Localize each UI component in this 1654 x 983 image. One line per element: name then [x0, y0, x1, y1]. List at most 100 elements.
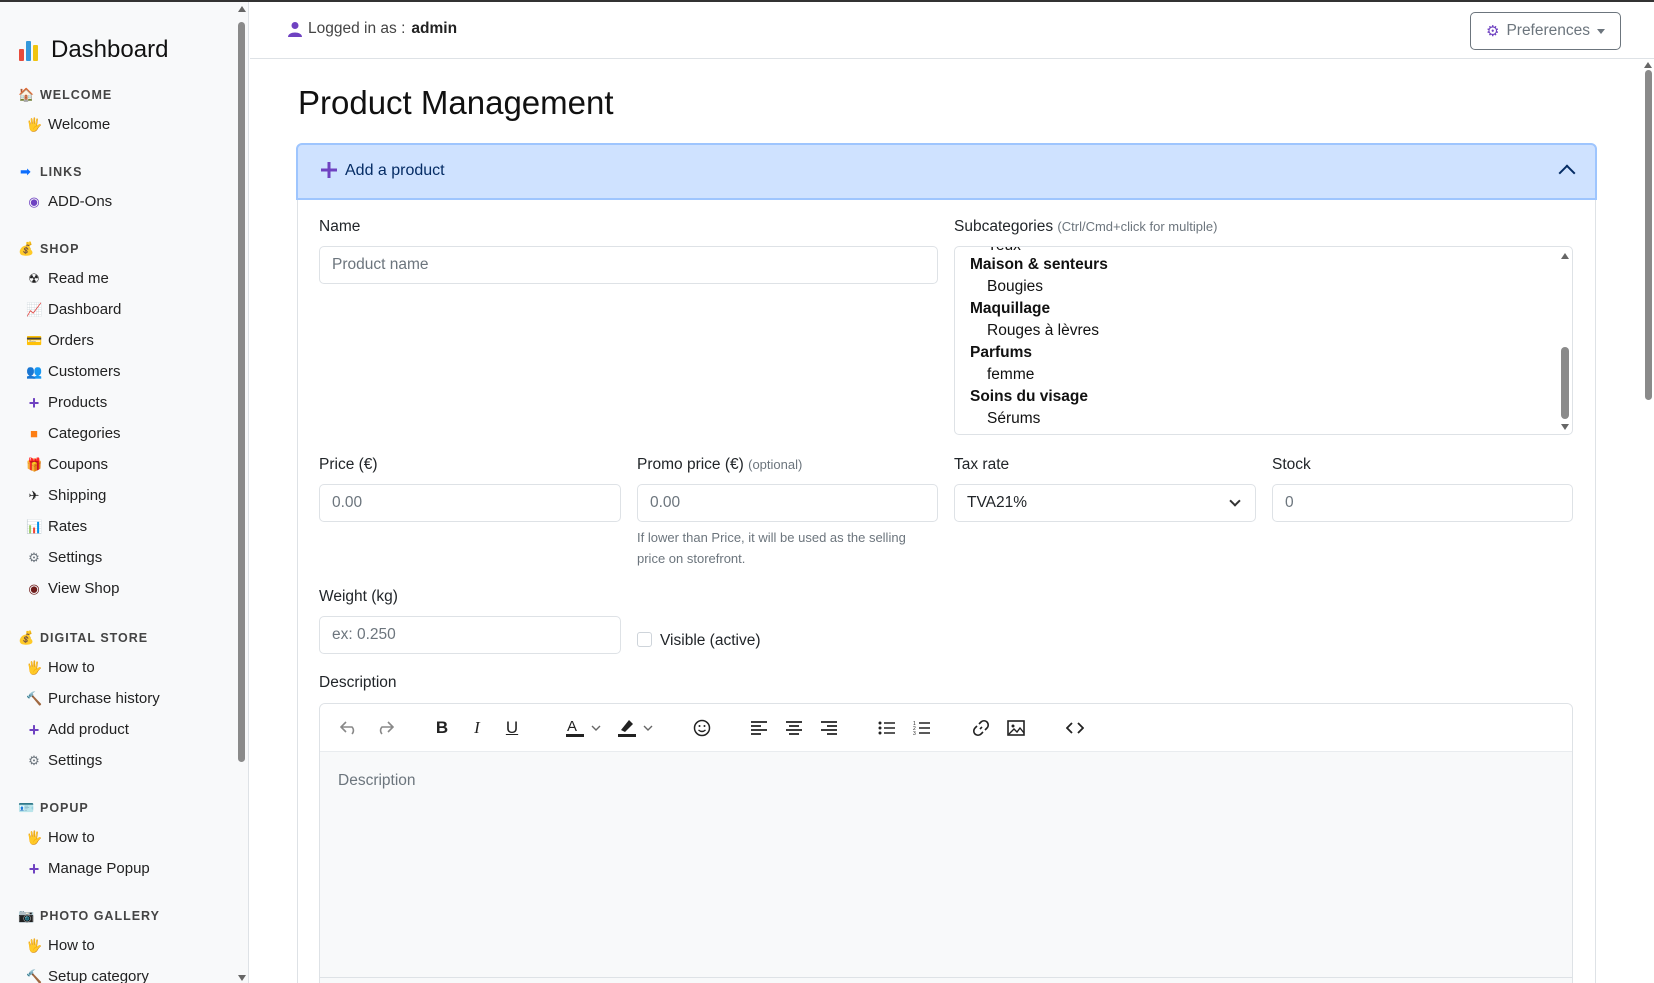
gear-icon: ⚙ [1485, 23, 1500, 40]
description-textarea[interactable]: Description [320, 752, 1572, 983]
weight-input[interactable]: ex: 0.250 [319, 616, 621, 654]
section-links: ➡ LINKS [18, 164, 83, 180]
underline-icon[interactable]: U [500, 716, 524, 740]
promo-help-text: If lower than Price, it will be used as … [637, 530, 906, 566]
puzzle-icon: ◉ [28, 193, 40, 209]
scroll-down-arrow-icon[interactable] [1561, 424, 1569, 430]
redo-icon[interactable] [373, 716, 397, 740]
logged-in-label: Logged in as : [308, 20, 406, 37]
chevron-up-icon[interactable] [1558, 164, 1576, 182]
section-welcome: 🏠 WELCOME [18, 87, 113, 102]
tax-rate-select[interactable]: TVA21% [954, 484, 1256, 522]
sidebar-item-setup-category[interactable]: 🔨 Setup category [26, 968, 149, 983]
sidebar-item-rates[interactable]: 📊 Rates [26, 518, 87, 535]
subcategory-option[interactable]: femme [987, 366, 1034, 384]
bar-chart-icon [19, 39, 41, 61]
promo-price-label: Promo price (€) (optional) [637, 456, 803, 473]
sidebar-item-orders[interactable]: 💳 Orders [26, 332, 94, 349]
numbered-list-icon[interactable]: 123 [910, 716, 934, 740]
sidebar-item-welcome[interactable]: 🖐 Welcome [26, 116, 110, 133]
hammer-icon: 🔨 [26, 690, 43, 706]
code-icon[interactable] [1063, 716, 1087, 740]
chevron-down-icon [1229, 495, 1241, 507]
brand-title: Dashboard [51, 36, 169, 63]
users-icon: 👥 [26, 363, 43, 379]
subcategory-option[interactable]: Bougies [987, 278, 1043, 296]
caret-down-icon [1597, 28, 1606, 34]
subcategory-option[interactable]: Rouges à lèvres [987, 322, 1099, 340]
stock-input[interactable]: 0 [1272, 484, 1573, 522]
emoji-icon[interactable] [690, 716, 714, 740]
hand-icon: 🖐 [26, 659, 43, 675]
scroll-up-arrow-icon[interactable] [1561, 253, 1569, 259]
align-left-icon[interactable] [747, 716, 771, 740]
listbox-scrollbar[interactable] [1558, 247, 1572, 434]
add-product-accordion-header[interactable]: Add a product [296, 143, 1597, 200]
subcategories-listbox[interactable]: Yeux Maison & senteurs Bougies Maquillag… [954, 246, 1573, 435]
sidebar-item-dashboard[interactable]: 📈 Dashboard [26, 301, 121, 318]
visible-label[interactable]: Visible (active) [660, 632, 761, 650]
sidebar-item-manage-popup[interactable]: + Manage Popup [26, 860, 150, 878]
sidebar-item-settings[interactable]: ⚙ Settings [26, 549, 102, 566]
scroll-up-arrow-icon[interactable] [1644, 62, 1652, 68]
sidebar-item-shipping[interactable]: ✈ Shipping [26, 487, 107, 504]
gift-icon: 🎁 [26, 456, 43, 472]
tax-rate-label: Tax rate [954, 456, 1010, 473]
image-icon[interactable] [1004, 716, 1028, 740]
price-input[interactable]: 0.00 [319, 484, 621, 522]
sidebar-item-addons[interactable]: ◉ ADD-Ons [26, 193, 112, 210]
scrollbar-thumb[interactable] [238, 22, 245, 762]
subcategories-label: Subcategories (Ctrl/Cmd+click for multip… [954, 218, 1218, 235]
visible-checkbox[interactable] [637, 632, 652, 647]
subcategory-option[interactable]: Sérums [987, 410, 1040, 428]
gear-icon: ⚙ [28, 549, 40, 565]
sidebar-brand[interactable]: Dashboard [19, 36, 168, 64]
undo-icon[interactable] [337, 716, 361, 740]
gear-icon: ⚙ [28, 752, 40, 768]
bullet-list-icon[interactable] [875, 716, 899, 740]
radioactive-icon: ☢ [28, 270, 40, 286]
align-center-icon[interactable] [782, 716, 806, 740]
sidebar-item-popup-howto[interactable]: 🖐 How to [26, 829, 95, 846]
scroll-down-arrow-icon[interactable] [238, 975, 246, 981]
promo-price-input[interactable]: 0.00 [637, 484, 938, 522]
sidebar-item-products[interactable]: + Products [26, 394, 107, 412]
sidebar-item-customers[interactable]: 👥 Customers [26, 363, 121, 380]
sidebar-item-categories[interactable]: ■ Categories [26, 425, 120, 442]
section-popup: 🪪 POPUP [18, 800, 89, 815]
sidebar-item-add-product[interactable]: + Add product [26, 721, 129, 739]
sidebar-scrollbar[interactable] [236, 4, 248, 983]
top-header: Logged in as : admin ⚙ Preferences [250, 2, 1654, 59]
subcategory-group: Maison & senteurs [970, 256, 1108, 273]
page-title: Product Management [298, 84, 614, 121]
preferences-button[interactable]: ⚙ Preferences [1470, 12, 1621, 50]
bold-icon[interactable]: B [430, 716, 454, 740]
italic-icon[interactable]: I [465, 716, 489, 740]
stock-label: Stock [1272, 456, 1311, 473]
align-right-icon[interactable] [817, 716, 841, 740]
scroll-up-arrow-icon[interactable] [238, 6, 246, 12]
sidebar-item-viewshop[interactable]: ◉ View Shop [26, 580, 119, 597]
product-name-input[interactable]: Product name [319, 246, 938, 284]
sidebar-item-purchase-history[interactable]: 🔨 Purchase history [26, 690, 160, 707]
sidebar-item-readme[interactable]: ☢ Read me [26, 270, 109, 287]
highlight-color-icon[interactable] [615, 716, 659, 740]
scrollbar-thumb[interactable] [1645, 70, 1652, 400]
sidebar-item-gallery-howto[interactable]: 🖐 How to [26, 937, 95, 954]
link-icon[interactable] [969, 716, 993, 740]
sidebar-item-ds-howto[interactable]: 🖐 How to [26, 659, 95, 676]
accordion-label: Add a product [345, 162, 445, 179]
subcategory-option[interactable]: Yeux [987, 247, 1021, 255]
price-label: Price (€) [319, 456, 378, 473]
main-scrollbar[interactable] [1642, 60, 1654, 983]
section-shop: 💰 SHOP [18, 241, 80, 256]
editor-status-divider [320, 977, 1572, 978]
scrollbar-thumb[interactable] [1561, 347, 1569, 419]
subcategories-hint: (Ctrl/Cmd+click for multiple) [1057, 219, 1218, 234]
text-color-icon[interactable]: A [563, 716, 607, 740]
sidebar-item-ds-settings[interactable]: ⚙ Settings [26, 752, 102, 769]
chart-icon: 📊 [26, 518, 43, 534]
description-label: Description [319, 674, 397, 691]
sidebar-item-coupons[interactable]: 🎁 Coupons [26, 456, 108, 473]
chart-increasing-icon: 📈 [26, 301, 43, 317]
